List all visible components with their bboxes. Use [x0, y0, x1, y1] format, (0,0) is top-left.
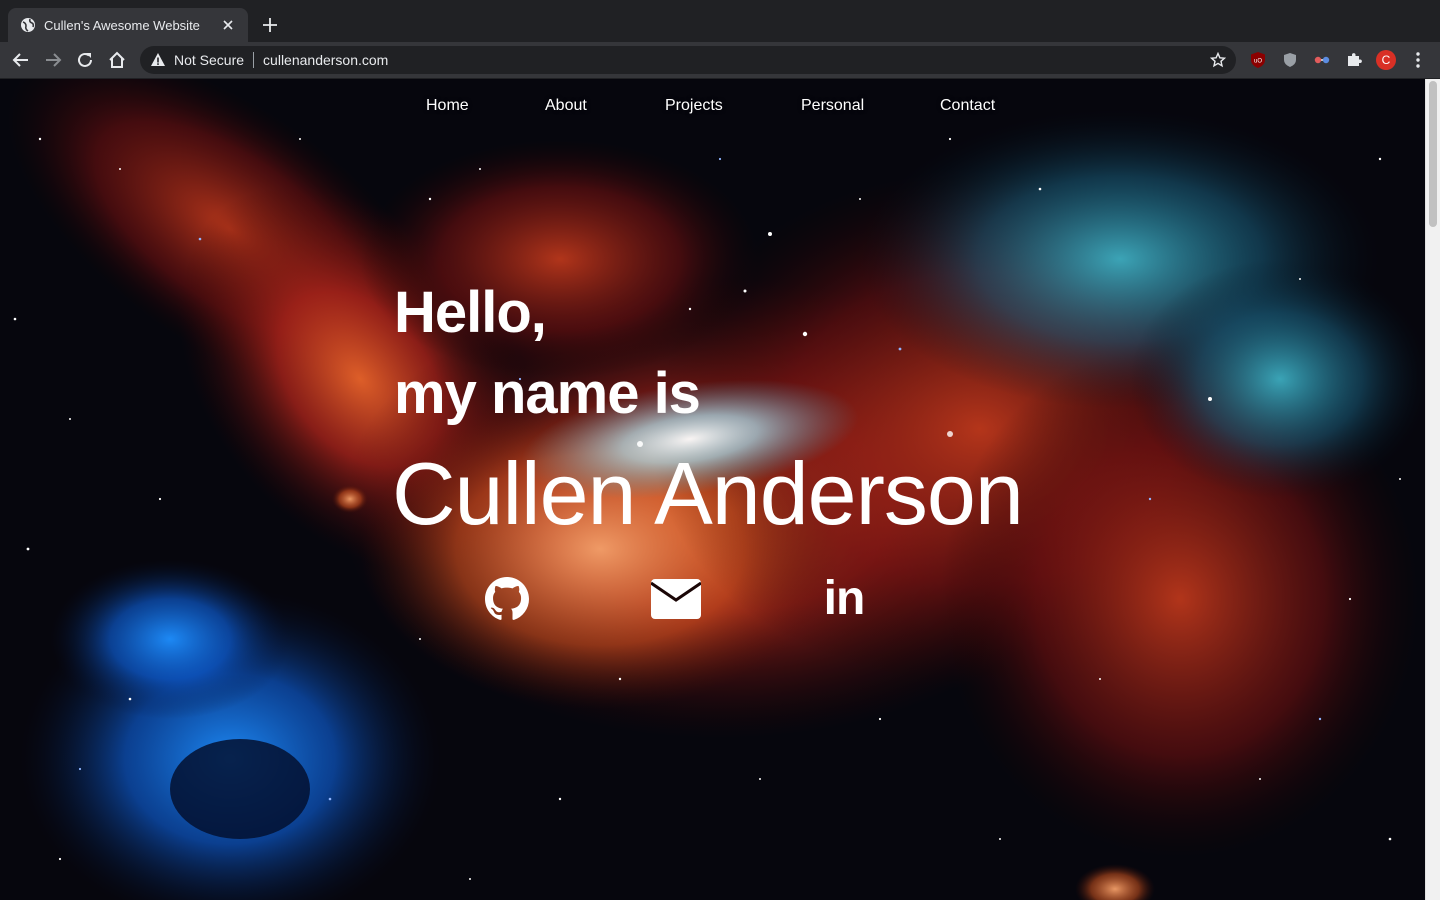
github-link[interactable] — [479, 575, 535, 623]
nav-link-about[interactable]: About — [545, 97, 587, 115]
arrow-right-icon — [46, 53, 62, 67]
forward-button[interactable] — [41, 48, 65, 72]
page-scrollbar[interactable] — [1425, 79, 1440, 900]
profile-avatar[interactable]: C — [1376, 50, 1396, 70]
linkedin-icon: in — [823, 572, 866, 625]
shield-extension-icon[interactable] — [1280, 50, 1300, 70]
email-link[interactable] — [648, 575, 704, 623]
browser-toolbar: Not Secure cullenanderson.com uO C — [0, 42, 1440, 79]
nav-link-personal[interactable]: Personal — [801, 97, 864, 115]
plus-icon — [263, 18, 277, 32]
new-tab-button[interactable] — [258, 13, 282, 37]
nav-link-home[interactable]: Home — [426, 97, 469, 115]
url-text[interactable]: cullenanderson.com — [263, 52, 1208, 68]
github-icon — [485, 577, 529, 620]
page-viewport: Home About Projects Personal Contact Hel… — [0, 79, 1425, 900]
hero-greeting-line2: my name is — [394, 361, 701, 426]
hero-name: Cullen Anderson — [392, 444, 1024, 543]
envelope-icon — [651, 579, 701, 619]
site-nav: Home About Projects Personal Contact — [0, 97, 1425, 119]
bookmark-star-icon[interactable] — [1208, 50, 1228, 70]
globe-icon — [20, 17, 36, 33]
home-button[interactable] — [105, 48, 129, 72]
menu-kebab-icon[interactable] — [1408, 50, 1428, 70]
arrow-left-icon — [12, 53, 28, 67]
glasses-extension-icon[interactable] — [1312, 50, 1332, 70]
puzzle-extensions-icon[interactable] — [1344, 50, 1364, 70]
address-bar[interactable]: Not Secure cullenanderson.com — [140, 46, 1236, 74]
hero-greeting-line1: Hello, — [394, 280, 547, 345]
tab-strip: Cullen's Awesome Website — [0, 0, 1440, 42]
tab-title: Cullen's Awesome Website — [44, 17, 200, 33]
security-status[interactable]: Not Secure — [174, 52, 244, 68]
avatar: C — [1376, 50, 1396, 70]
reload-icon — [78, 52, 92, 67]
back-button[interactable] — [9, 48, 33, 72]
omnibox-divider — [253, 52, 255, 68]
close-icon[interactable] — [218, 15, 238, 35]
scrollbar-thumb[interactable] — [1429, 81, 1437, 227]
nav-link-projects[interactable]: Projects — [665, 97, 723, 115]
warning-icon[interactable] — [150, 52, 166, 68]
ublock-extension-icon[interactable]: uO — [1248, 50, 1268, 70]
browser-tab[interactable]: Cullen's Awesome Website — [8, 8, 248, 42]
nav-link-contact[interactable]: Contact — [940, 97, 995, 115]
reload-button[interactable] — [73, 48, 97, 72]
linkedin-link[interactable]: in — [816, 575, 872, 623]
home-icon — [109, 51, 125, 68]
svg-text:uO: uO — [1254, 59, 1262, 65]
